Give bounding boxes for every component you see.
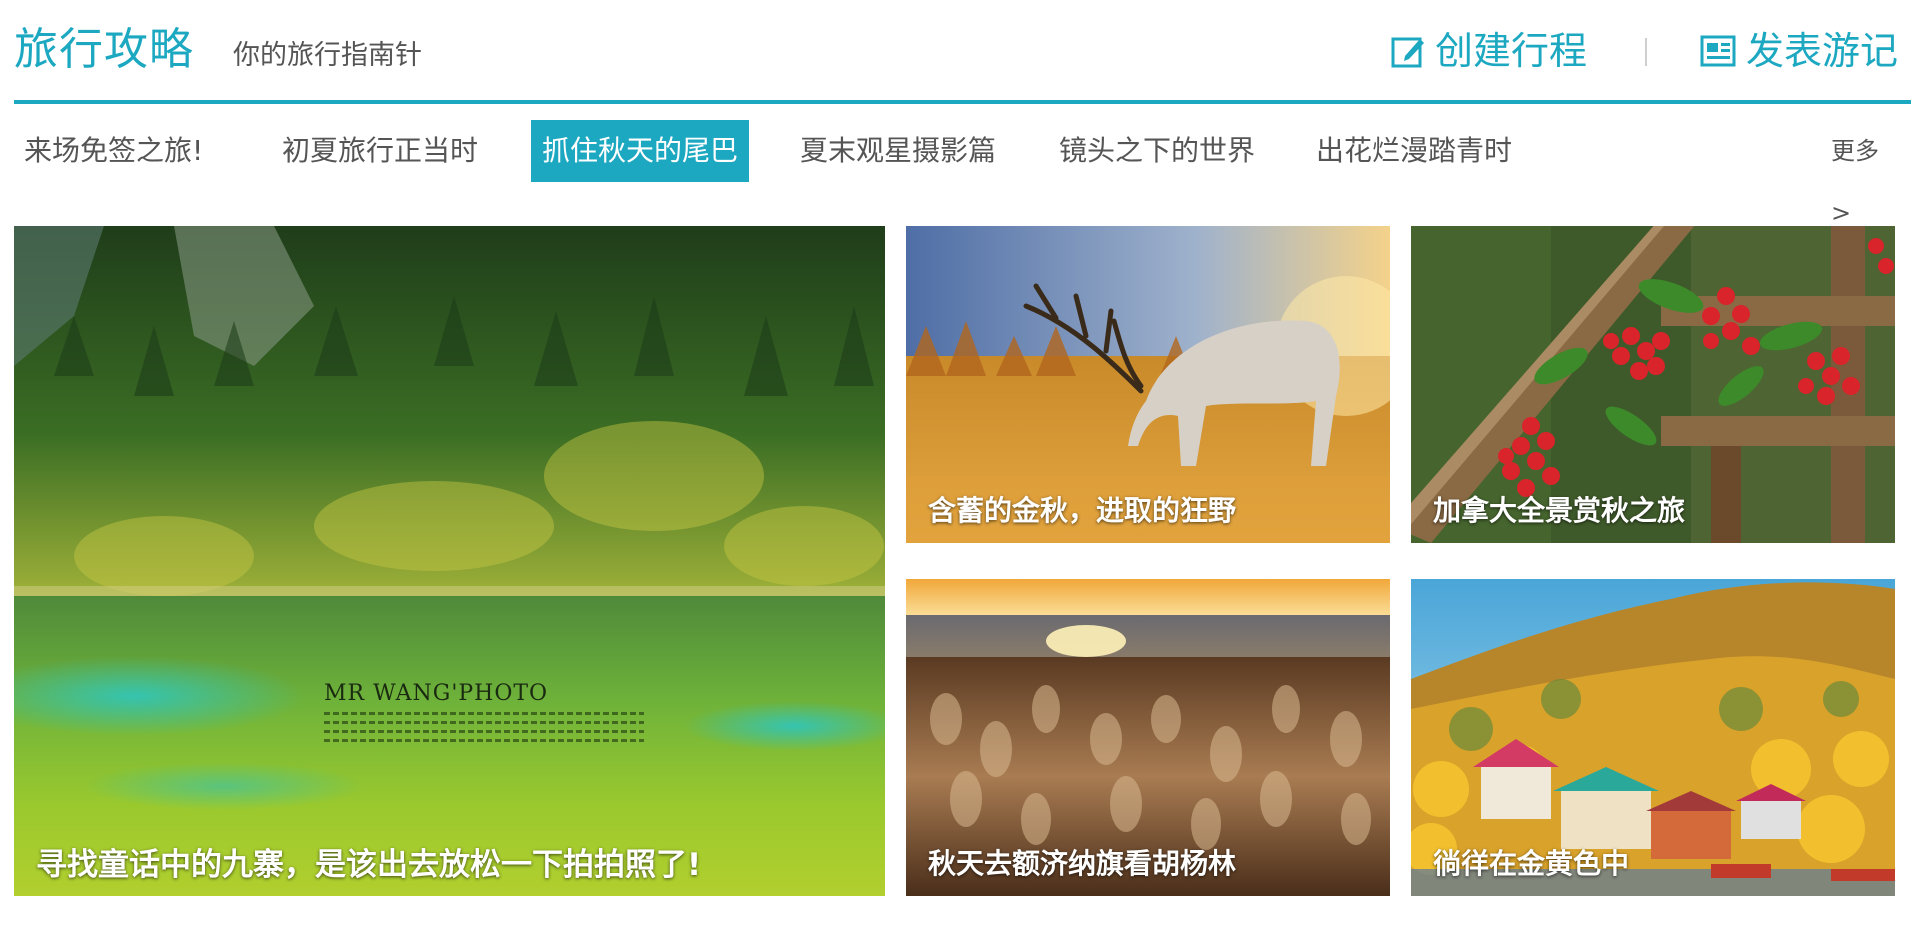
create-itinerary-button[interactable]: 创建行程 <box>1391 26 1587 76</box>
tab-autumn[interactable]: 抓住秋天的尾巴 <box>531 120 750 182</box>
topic-tabs: 来场免签之旅! 初夏旅行正当时 抓住秋天的尾巴 夏末观星摄影篇 镜头之下的世界 … <box>14 120 1894 227</box>
tab-early-summer[interactable]: 初夏旅行正当时 <box>282 120 478 182</box>
tab-spring-outing[interactable]: 出花烂漫踏青时 <box>1316 120 1512 182</box>
feature-card-deer[interactable]: 含蓄的金秋，进取的狂野 <box>906 226 1390 543</box>
edit-icon <box>1391 37 1424 68</box>
feature-card-ejina[interactable]: 秋天去额济纳旗看胡杨林 <box>906 579 1390 896</box>
photo-watermark: MR WANG'PHOTO <box>324 681 644 742</box>
publish-travelogue-button[interactable]: 发表游记 <box>1700 26 1898 76</box>
card-caption: 寻找童话中的九寨，是该出去放松一下拍拍照了! <box>36 847 702 883</box>
jiuzhai-photo <box>14 226 885 896</box>
tab-visa-free[interactable]: 来场免签之旅! <box>24 120 203 182</box>
more-link[interactable]: 更多> <box>1831 120 1894 227</box>
card-caption: 徜徉在金黄色中 <box>1433 847 1630 880</box>
tab-stargazing[interactable]: 夏末观星摄影篇 <box>800 120 996 182</box>
header-accent-line <box>14 100 1911 104</box>
brand-tagline: 你的旅行指南针 <box>233 40 422 71</box>
header-divider <box>1645 38 1647 66</box>
feature-card-jiuzhai[interactable]: MR WANG'PHOTO 寻找童话中的九寨，是该出去放松一下拍拍照了! <box>14 226 885 896</box>
tab-lens-world[interactable]: 镜头之下的世界 <box>1059 120 1255 182</box>
feature-card-golden[interactable]: 徜徉在金黄色中 <box>1411 579 1895 896</box>
card-caption: 加拿大全景赏秋之旅 <box>1433 494 1686 527</box>
card-caption: 含蓄的金秋，进取的狂野 <box>928 494 1237 527</box>
newspaper-icon <box>1700 35 1736 67</box>
create-itinerary-label: 创建行程 <box>1435 29 1588 73</box>
card-caption: 秋天去额济纳旗看胡杨林 <box>928 847 1237 880</box>
publish-travelogue-label: 发表游记 <box>1746 29 1899 73</box>
site-header: 旅行攻略 你的旅行指南针 创建行程 发表游记 <box>14 0 1914 100</box>
feature-card-canada[interactable]: 加拿大全景赏秋之旅 <box>1411 226 1895 543</box>
brand-title[interactable]: 旅行攻略 <box>14 20 194 80</box>
